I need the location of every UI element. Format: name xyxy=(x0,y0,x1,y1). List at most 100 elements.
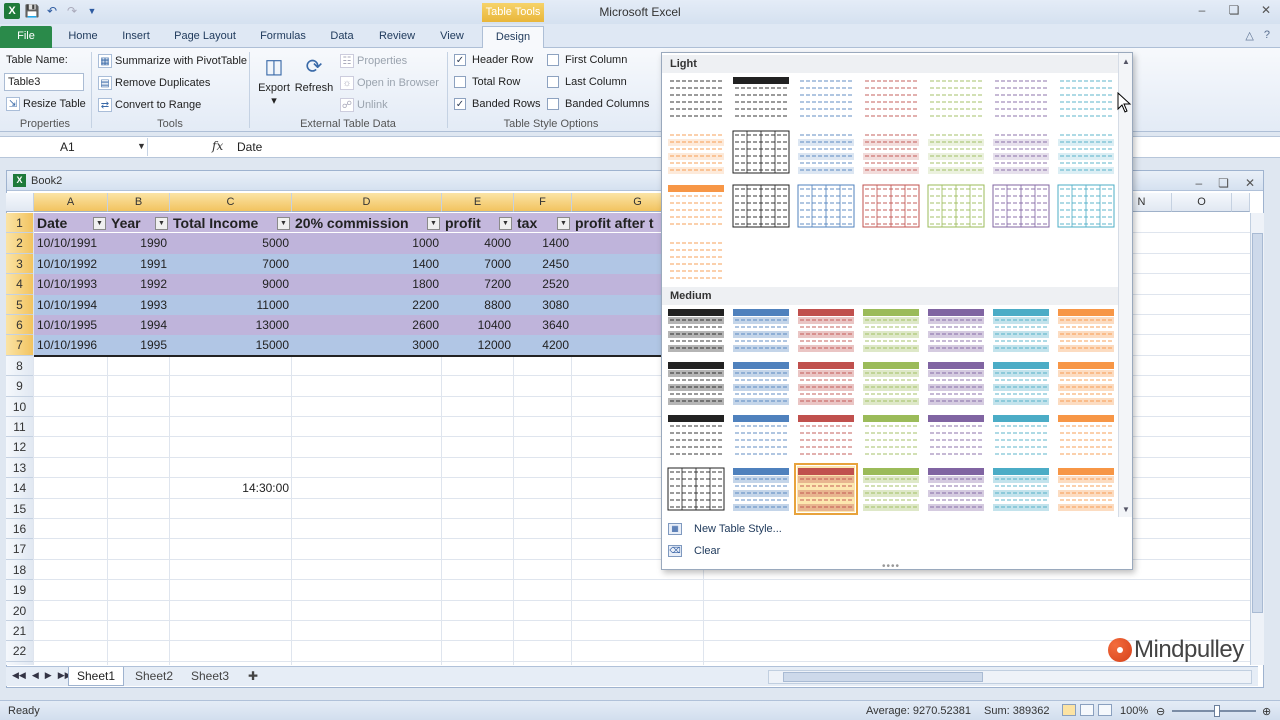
table-style-swatch[interactable] xyxy=(667,183,725,229)
table-cell[interactable]: 13000 xyxy=(170,315,292,336)
horizontal-scroll-thumb[interactable] xyxy=(783,672,983,682)
table-name-input[interactable]: Table3 xyxy=(4,73,84,91)
gallery-resize-grip[interactable]: •••• xyxy=(882,561,900,572)
tab-file[interactable]: File xyxy=(0,26,52,48)
filter-dropdown-icon[interactable]: ▼ xyxy=(155,217,168,230)
formula-input[interactable]: Date xyxy=(237,140,262,154)
row-header[interactable]: 8 xyxy=(6,355,34,377)
row-header[interactable]: 1 xyxy=(6,213,34,234)
insert-sheet-icon[interactable]: ✚ xyxy=(242,667,264,686)
table-cell[interactable]: 5000 xyxy=(170,233,292,254)
last-column-checkbox[interactable]: Last Column xyxy=(547,76,627,88)
row-header[interactable]: 15 xyxy=(6,498,34,519)
page-layout-view-icon[interactable] xyxy=(1080,704,1094,716)
table-style-swatch[interactable] xyxy=(797,360,855,406)
row-header[interactable]: 4 xyxy=(6,274,34,295)
table-cell[interactable]: 1993 xyxy=(108,294,170,315)
table-cell[interactable]: 2450 xyxy=(514,253,572,275)
table-cell[interactable]: 1400 xyxy=(292,253,442,275)
table-header-cell[interactable]: Total Income xyxy=(170,213,292,234)
table-style-swatch[interactable] xyxy=(927,360,985,406)
tab-page-layout[interactable]: Page Layout xyxy=(166,26,244,48)
filter-dropdown-icon[interactable]: ▼ xyxy=(277,217,290,230)
table-style-swatch[interactable] xyxy=(992,307,1050,353)
prev-sheet-icon[interactable]: ◀ xyxy=(32,670,39,681)
table-style-swatch[interactable] xyxy=(797,307,855,353)
table-cell[interactable]: 12000 xyxy=(442,335,514,356)
column-header[interactable]: O xyxy=(1172,193,1232,212)
column-header[interactable]: A xyxy=(34,193,108,212)
row-header[interactable]: 14 xyxy=(6,478,34,499)
table-cell[interactable]: 3000 xyxy=(292,335,442,356)
filter-dropdown-icon[interactable]: ▼ xyxy=(427,217,440,230)
table-cell[interactable]: 7000 xyxy=(442,253,514,275)
table-style-swatch[interactable] xyxy=(862,466,920,512)
banded-rows-checkbox[interactable]: ✓ Banded Rows xyxy=(454,98,541,110)
clear-style-button[interactable]: ⌫ Clear xyxy=(668,545,720,557)
table-style-swatch[interactable] xyxy=(797,129,855,175)
table-style-swatch[interactable] xyxy=(927,466,985,512)
remove-duplicates-button[interactable]: ▤ Remove Duplicates xyxy=(98,76,210,90)
table-style-swatch[interactable] xyxy=(667,307,725,353)
sheet-tab-sheet2[interactable]: Sheet2 xyxy=(126,667,182,686)
table-style-swatch[interactable] xyxy=(667,466,725,512)
row-header[interactable]: 23 xyxy=(6,661,34,665)
table-style-swatch[interactable] xyxy=(732,360,790,406)
table-style-swatch[interactable] xyxy=(992,360,1050,406)
zoom-level[interactable]: 100% xyxy=(1120,705,1148,717)
table-cell[interactable]: 2520 xyxy=(514,274,572,295)
row-header[interactable]: 17 xyxy=(6,539,34,560)
total-row-checkbox[interactable]: Total Row xyxy=(454,76,520,88)
row-header[interactable]: 21 xyxy=(6,621,34,642)
minimize-icon[interactable]: – xyxy=(1194,3,1210,19)
table-cell[interactable]: 10/10/1995 xyxy=(34,315,108,336)
table-style-swatch[interactable] xyxy=(1057,129,1115,175)
vertical-scrollbar[interactable] xyxy=(1250,213,1264,665)
row-header[interactable]: 22 xyxy=(6,641,34,662)
table-style-swatch[interactable] xyxy=(794,463,858,515)
table-style-swatch[interactable] xyxy=(927,129,985,175)
table-style-swatch[interactable] xyxy=(667,413,725,459)
row-header[interactable]: 19 xyxy=(6,580,34,601)
table-cell[interactable]: 11000 xyxy=(170,294,292,315)
table-cell[interactable]: 3080 xyxy=(514,294,572,315)
table-cell[interactable]: 10/10/1996 xyxy=(34,335,108,356)
row-header[interactable]: 18 xyxy=(6,559,34,581)
table-cell[interactable]: 10/10/1993 xyxy=(34,274,108,295)
normal-view-icon[interactable] xyxy=(1062,704,1076,716)
zoom-out-icon[interactable]: ⊖ xyxy=(1156,705,1165,718)
table-style-swatch[interactable] xyxy=(667,75,725,121)
first-column-checkbox[interactable]: First Column xyxy=(547,54,627,66)
tab-formulas[interactable]: Formulas xyxy=(250,26,316,48)
table-cell[interactable]: 10/10/1992 xyxy=(34,253,108,275)
tab-insert[interactable]: Insert xyxy=(112,26,160,48)
banded-columns-checkbox[interactable]: Banded Columns xyxy=(547,98,649,110)
table-style-swatch[interactable] xyxy=(862,413,920,459)
table-style-swatch[interactable] xyxy=(927,183,985,229)
table-cell[interactable]: 1995 xyxy=(108,335,170,356)
row-header[interactable]: 3 xyxy=(6,253,34,275)
table-style-swatch[interactable] xyxy=(797,75,855,121)
table-style-swatch[interactable] xyxy=(862,360,920,406)
row-header[interactable]: 2 xyxy=(6,233,34,254)
tab-home[interactable]: Home xyxy=(58,26,108,48)
table-cell[interactable]: 9000 xyxy=(170,274,292,295)
column-header[interactable]: D xyxy=(292,193,442,212)
table-style-swatch[interactable] xyxy=(927,307,985,353)
row-header[interactable]: 5 xyxy=(6,294,34,315)
restore-icon[interactable]: ❏ xyxy=(1226,3,1242,19)
table-style-swatch[interactable] xyxy=(1057,413,1115,459)
table-cell[interactable]: 1992 xyxy=(108,274,170,295)
summarize-pivot-button[interactable]: ▦ Summarize with PivotTable xyxy=(98,54,247,68)
horizontal-scrollbar[interactable] xyxy=(768,670,1252,684)
workbook-close-icon[interactable]: ✕ xyxy=(1245,173,1255,193)
table-style-swatch[interactable] xyxy=(667,360,725,406)
row-header[interactable]: 6 xyxy=(6,315,34,336)
table-cell[interactable]: 3640 xyxy=(514,315,572,336)
table-style-swatch[interactable] xyxy=(732,129,790,175)
table-style-swatch[interactable] xyxy=(992,129,1050,175)
collapse-ribbon-icon[interactable]: △ xyxy=(1245,29,1253,42)
row-header[interactable]: 13 xyxy=(6,457,34,479)
table-style-swatch[interactable] xyxy=(732,183,790,229)
table-style-swatch[interactable] xyxy=(862,183,920,229)
